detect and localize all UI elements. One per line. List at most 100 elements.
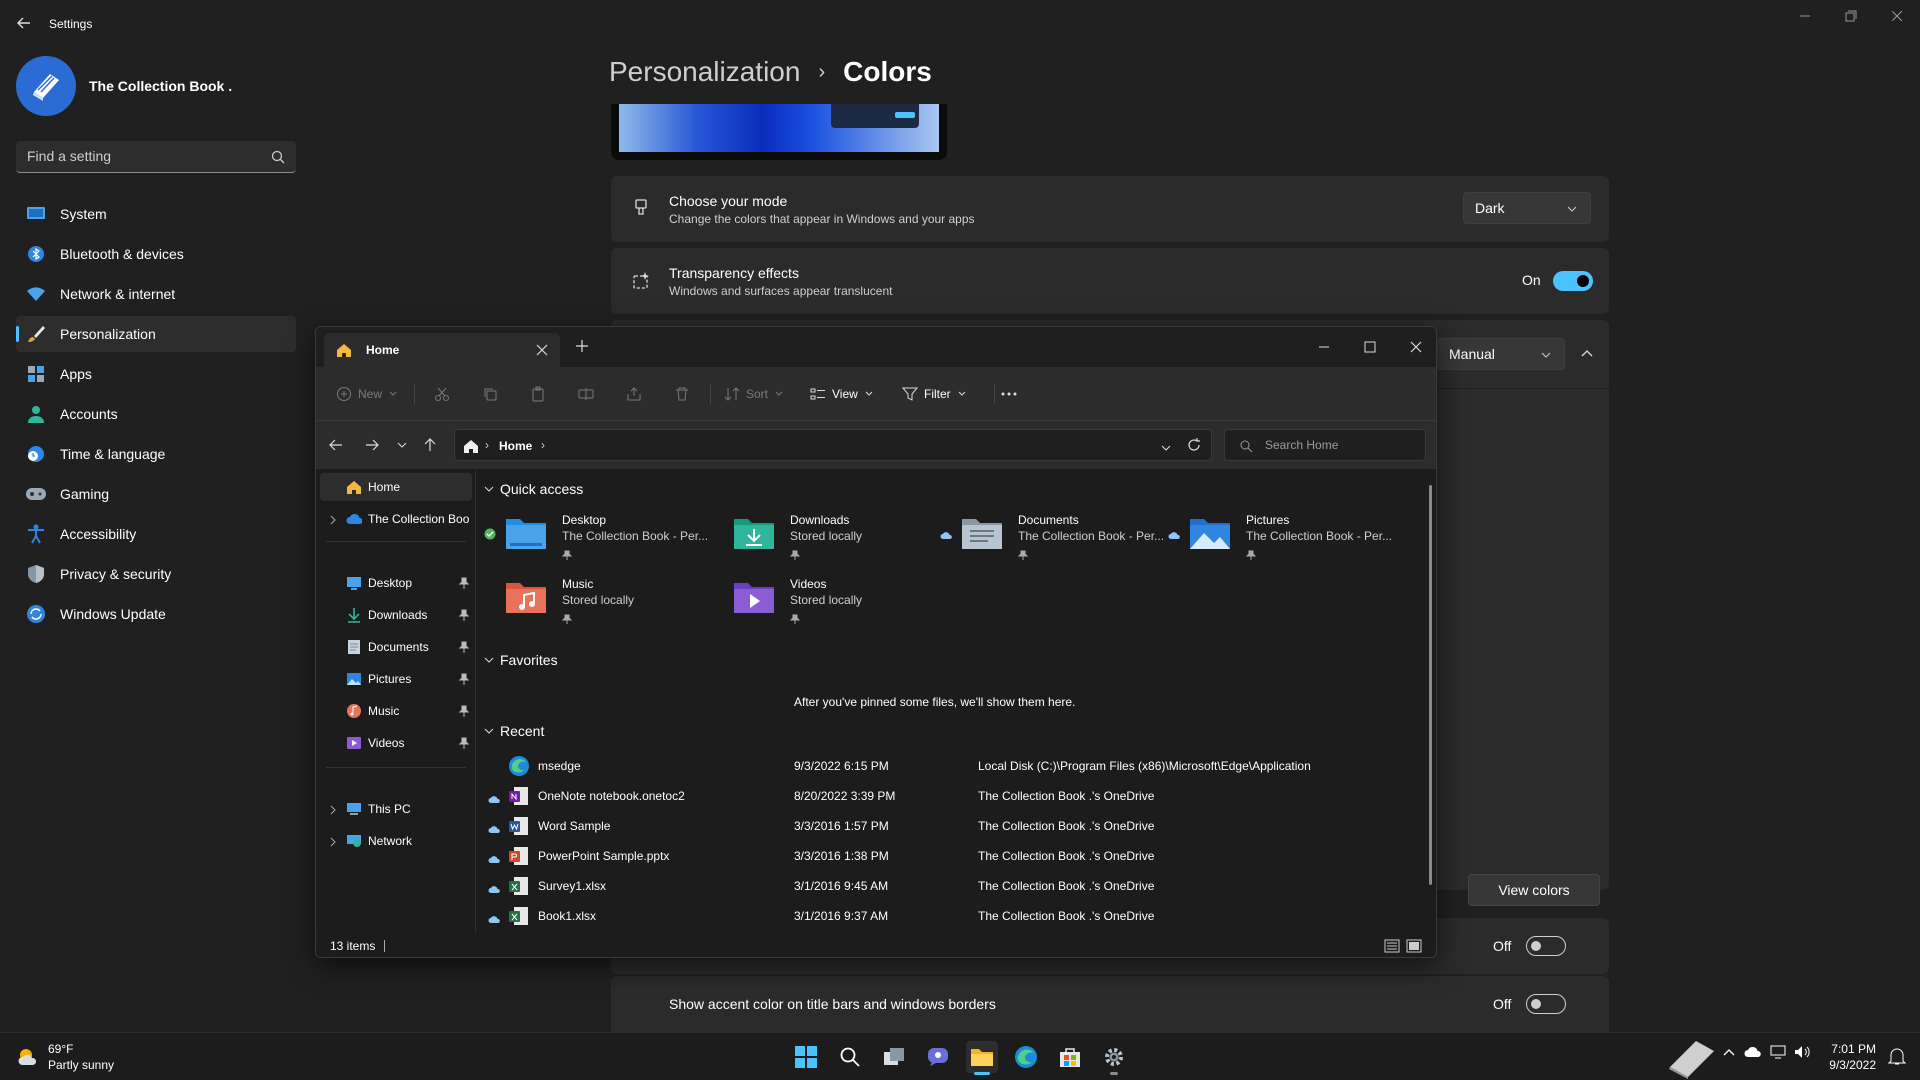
nav-music[interactable]: Music [320, 697, 472, 725]
task-view-button[interactable] [878, 1041, 910, 1073]
qa-pictures[interactable]: Pictures The Collection Book - Per... [1168, 507, 1392, 563]
weather-widget[interactable]: 69°F Partly sunny [16, 1041, 114, 1073]
more-options-button[interactable] [1000, 382, 1024, 406]
pin-icon[interactable] [458, 705, 470, 717]
breadcrumb-parent[interactable]: Personalization [609, 56, 800, 88]
chevron-up-icon[interactable] [1579, 346, 1595, 362]
nav-downloads[interactable]: Downloads [320, 601, 472, 629]
new-button[interactable]: New [336, 382, 404, 406]
recent-locations-button[interactable] [390, 433, 414, 457]
qa-desktop[interactable]: Desktop The Collection Book - Per... [484, 507, 708, 563]
nav-item-apps[interactable]: Apps [16, 356, 296, 392]
store-taskbar-button[interactable] [1054, 1041, 1086, 1073]
close-tab-icon[interactable] [536, 343, 548, 356]
delete-button[interactable] [674, 382, 696, 406]
transparency-toggle[interactable] [1553, 271, 1593, 291]
new-tab-icon[interactable] [574, 338, 590, 354]
minimize-button[interactable] [1304, 333, 1344, 361]
nav-network[interactable]: Network [320, 827, 472, 855]
sort-button[interactable]: Sort [724, 382, 790, 406]
maximize-button[interactable] [1350, 333, 1390, 361]
pin-icon[interactable] [458, 673, 470, 685]
address-bar[interactable]: › Home › [454, 429, 1212, 461]
find-setting-box[interactable] [16, 141, 296, 173]
view-colors-button[interactable]: View colors [1468, 874, 1600, 906]
table-row[interactable]: OneNote notebook.onetoc2 8/20/2022 3:39 … [476, 781, 1436, 811]
mode-dropdown[interactable]: Dark [1463, 192, 1591, 224]
share-button[interactable] [626, 382, 648, 406]
show-hidden-icons[interactable] [1722, 1045, 1736, 1062]
search-home-input[interactable] [1265, 438, 1415, 452]
vertical-scrollbar[interactable] [1429, 485, 1432, 885]
nav-pictures[interactable]: Pictures [320, 665, 472, 693]
chevron-right-icon[interactable] [328, 514, 338, 525]
details-view-icon[interactable] [1384, 939, 1400, 953]
pin-icon[interactable] [458, 641, 470, 653]
file-explorer-taskbar-button[interactable] [966, 1041, 998, 1075]
copy-button[interactable] [482, 382, 504, 406]
qa-documents[interactable]: Documents The Collection Book - Per... [940, 507, 1164, 563]
network-tray-icon[interactable] [1770, 1045, 1786, 1062]
nav-documents[interactable]: Documents [320, 633, 472, 661]
user-profile[interactable]: The Collection Book . [16, 56, 232, 116]
onedrive-tray-icon[interactable] [1744, 1045, 1762, 1062]
chat-button[interactable] [922, 1041, 954, 1073]
forward-button[interactable] [360, 433, 384, 457]
nav-item-system[interactable]: System [16, 196, 296, 232]
tab-home[interactable]: Home [324, 333, 560, 367]
taskbar-search-button[interactable] [834, 1041, 866, 1073]
edge-taskbar-button[interactable] [1010, 1041, 1042, 1073]
minimize-button[interactable] [1782, 0, 1828, 32]
section-recent[interactable]: Recent [484, 723, 544, 739]
section-quick-access[interactable]: Quick access [484, 481, 583, 497]
nav-desktop[interactable]: Desktop [320, 569, 472, 597]
start-taskbar-toggle[interactable] [1526, 936, 1566, 956]
view-button[interactable]: View [810, 382, 880, 406]
close-button[interactable] [1874, 0, 1920, 32]
nav-item-gaming[interactable]: Gaming [16, 476, 296, 512]
pin-icon[interactable] [458, 737, 470, 749]
search-icon[interactable] [270, 149, 286, 165]
table-row[interactable]: PowerPoint Sample.pptx 3/3/2016 1:38 PM … [476, 841, 1436, 871]
close-button[interactable] [1396, 333, 1436, 361]
qa-videos[interactable]: Videos Stored locally [712, 571, 932, 627]
nav-item-accessibility[interactable]: Accessibility [16, 516, 296, 552]
chevron-right-icon[interactable] [328, 836, 338, 847]
volume-tray-icon[interactable] [1794, 1045, 1812, 1062]
table-row[interactable]: msedge 9/3/2022 6:15 PM Local Disk (C:)\… [476, 751, 1436, 781]
nav-item-bluetooth[interactable]: Bluetooth & devices [16, 236, 296, 272]
pin-icon[interactable] [458, 609, 470, 621]
table-row[interactable]: Word Sample 3/3/2016 1:57 PM The Collect… [476, 811, 1436, 841]
clock[interactable]: 7:01 PM 9/3/2022 [1829, 1041, 1876, 1073]
filter-button[interactable]: Filter [902, 382, 973, 406]
chevron-right-icon[interactable] [328, 804, 338, 815]
restore-button[interactable] [1828, 0, 1874, 32]
nav-videos[interactable]: Videos [320, 729, 472, 757]
address-location[interactable]: Home [499, 439, 532, 453]
chevron-down-icon[interactable] [1161, 440, 1171, 456]
settings-taskbar-button[interactable] [1098, 1041, 1130, 1075]
table-row[interactable]: Book1.xlsx 3/1/2016 9:37 AM The Collecti… [476, 901, 1436, 931]
find-setting-input[interactable] [27, 148, 257, 164]
cut-button[interactable] [434, 382, 456, 406]
nav-home[interactable]: Home [320, 473, 472, 501]
qa-music[interactable]: Music Stored locally [484, 571, 704, 627]
nav-item-privacy[interactable]: Privacy & security [16, 556, 296, 592]
nav-item-accounts[interactable]: Accounts [16, 396, 296, 432]
accent-dropdown[interactable]: Manual [1437, 338, 1565, 370]
notification-icon[interactable] [1887, 1047, 1907, 1068]
pin-icon[interactable] [458, 577, 470, 589]
title-bars-toggle[interactable] [1526, 994, 1566, 1014]
nav-onedrive[interactable]: The Collection Boo [320, 505, 472, 533]
nav-item-personalization[interactable]: Personalization [16, 316, 296, 352]
qa-downloads[interactable]: Downloads Stored locally [712, 507, 932, 563]
up-button[interactable] [418, 433, 442, 457]
start-button[interactable] [790, 1041, 822, 1073]
paste-button[interactable] [530, 382, 552, 406]
tiles-view-icon[interactable] [1406, 939, 1422, 953]
back-button[interactable] [324, 433, 348, 457]
search-home-box[interactable] [1224, 429, 1426, 461]
section-favorites[interactable]: Favorites [484, 652, 558, 668]
rename-button[interactable] [578, 382, 600, 406]
refresh-icon[interactable] [1187, 438, 1201, 455]
